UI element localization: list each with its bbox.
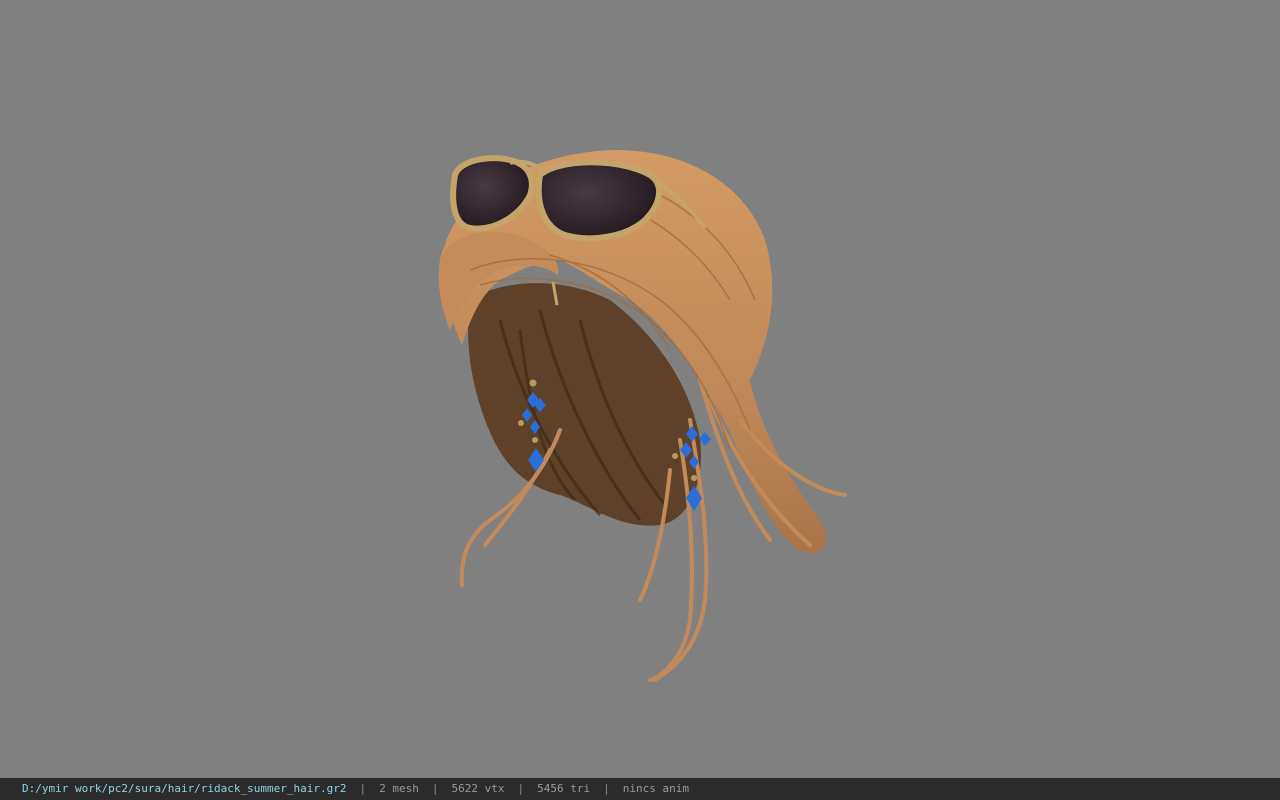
separator: | xyxy=(603,782,610,795)
3d-viewport[interactable] xyxy=(0,0,1280,778)
triangle-count: 5456 tri xyxy=(537,782,591,795)
status-bar: D:/ymir work/pc2/sura/hair/ridack_summer… xyxy=(0,778,1280,800)
separator: | xyxy=(517,782,525,795)
vertex-count: 5622 vtx xyxy=(451,782,505,795)
separator: | xyxy=(431,782,439,795)
hair-model xyxy=(438,150,847,682)
mesh-count: 2 mesh xyxy=(379,782,419,795)
animation-status: nincs anim xyxy=(622,782,689,795)
separator: | xyxy=(359,782,367,795)
file-path: D:/ymir work/pc2/sura/hair/ridack_summer… xyxy=(22,782,347,795)
